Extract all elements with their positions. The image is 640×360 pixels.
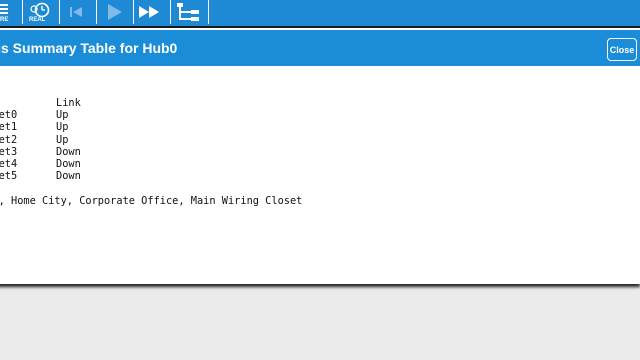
spacer-row (0, 182, 302, 194)
toolbar-label-partial: RE (0, 17, 9, 23)
topology-button[interactable] (171, 0, 209, 24)
play-button[interactable] (97, 0, 134, 24)
status-summary-dialog: atus Summary Table for Hub0 Close Linker… (0, 28, 640, 284)
status-table: Linkernet0Upernet1Upernet2Upernet3Downer… (0, 97, 302, 207)
fast-forward-button[interactable] (134, 0, 171, 24)
table-header-row: Link (0, 97, 302, 109)
port-name: ernet2 (0, 133, 18, 146)
dialog-header: atus Summary Table for Hub0 Close (0, 30, 640, 66)
port-name: ernet5 (0, 170, 18, 183)
link-status: Down (56, 157, 81, 170)
table-row: ernet4 Down (0, 158, 302, 170)
step-back-icon (70, 7, 82, 17)
port-name: ernet3 (0, 145, 18, 158)
port-name: ernet0 (0, 109, 18, 122)
step-back-button[interactable] (60, 0, 97, 24)
realtime-button[interactable]: REAL (23, 0, 60, 24)
realtime-label: REAL (29, 17, 46, 23)
table-row: ernet1 Up (0, 121, 302, 133)
toolbar-button-partial[interactable]: RE (0, 0, 23, 24)
table-row: ernet3 Down (0, 146, 302, 158)
close-button[interactable]: Close (607, 38, 637, 61)
table-row: ernet2 Up (0, 134, 302, 146)
link-status: Up (56, 121, 69, 134)
dialog-body: Linkernet0Upernet1Upernet2Upernet3Downer… (0, 66, 640, 282)
simulation-toolbar: RE REAL (0, 0, 640, 26)
link-status: Up (56, 133, 69, 146)
fast-forward-icon (139, 6, 159, 18)
link-status: Down (56, 145, 81, 158)
table-row: ernet0 Up (0, 109, 302, 121)
tree-icon (177, 3, 199, 21)
column-header-link: Link (56, 97, 81, 109)
port-name: ernet4 (0, 157, 18, 170)
dialog-title: atus Summary Table for Hub0 (0, 40, 178, 56)
location-line: ity, Home City, Corporate Office, Main W… (0, 194, 303, 207)
play-icon (108, 4, 122, 20)
link-status: Down (56, 170, 81, 183)
port-name: ernet1 (0, 121, 18, 134)
link-status: Up (56, 109, 69, 122)
table-row: ernet5 Down (0, 170, 302, 182)
